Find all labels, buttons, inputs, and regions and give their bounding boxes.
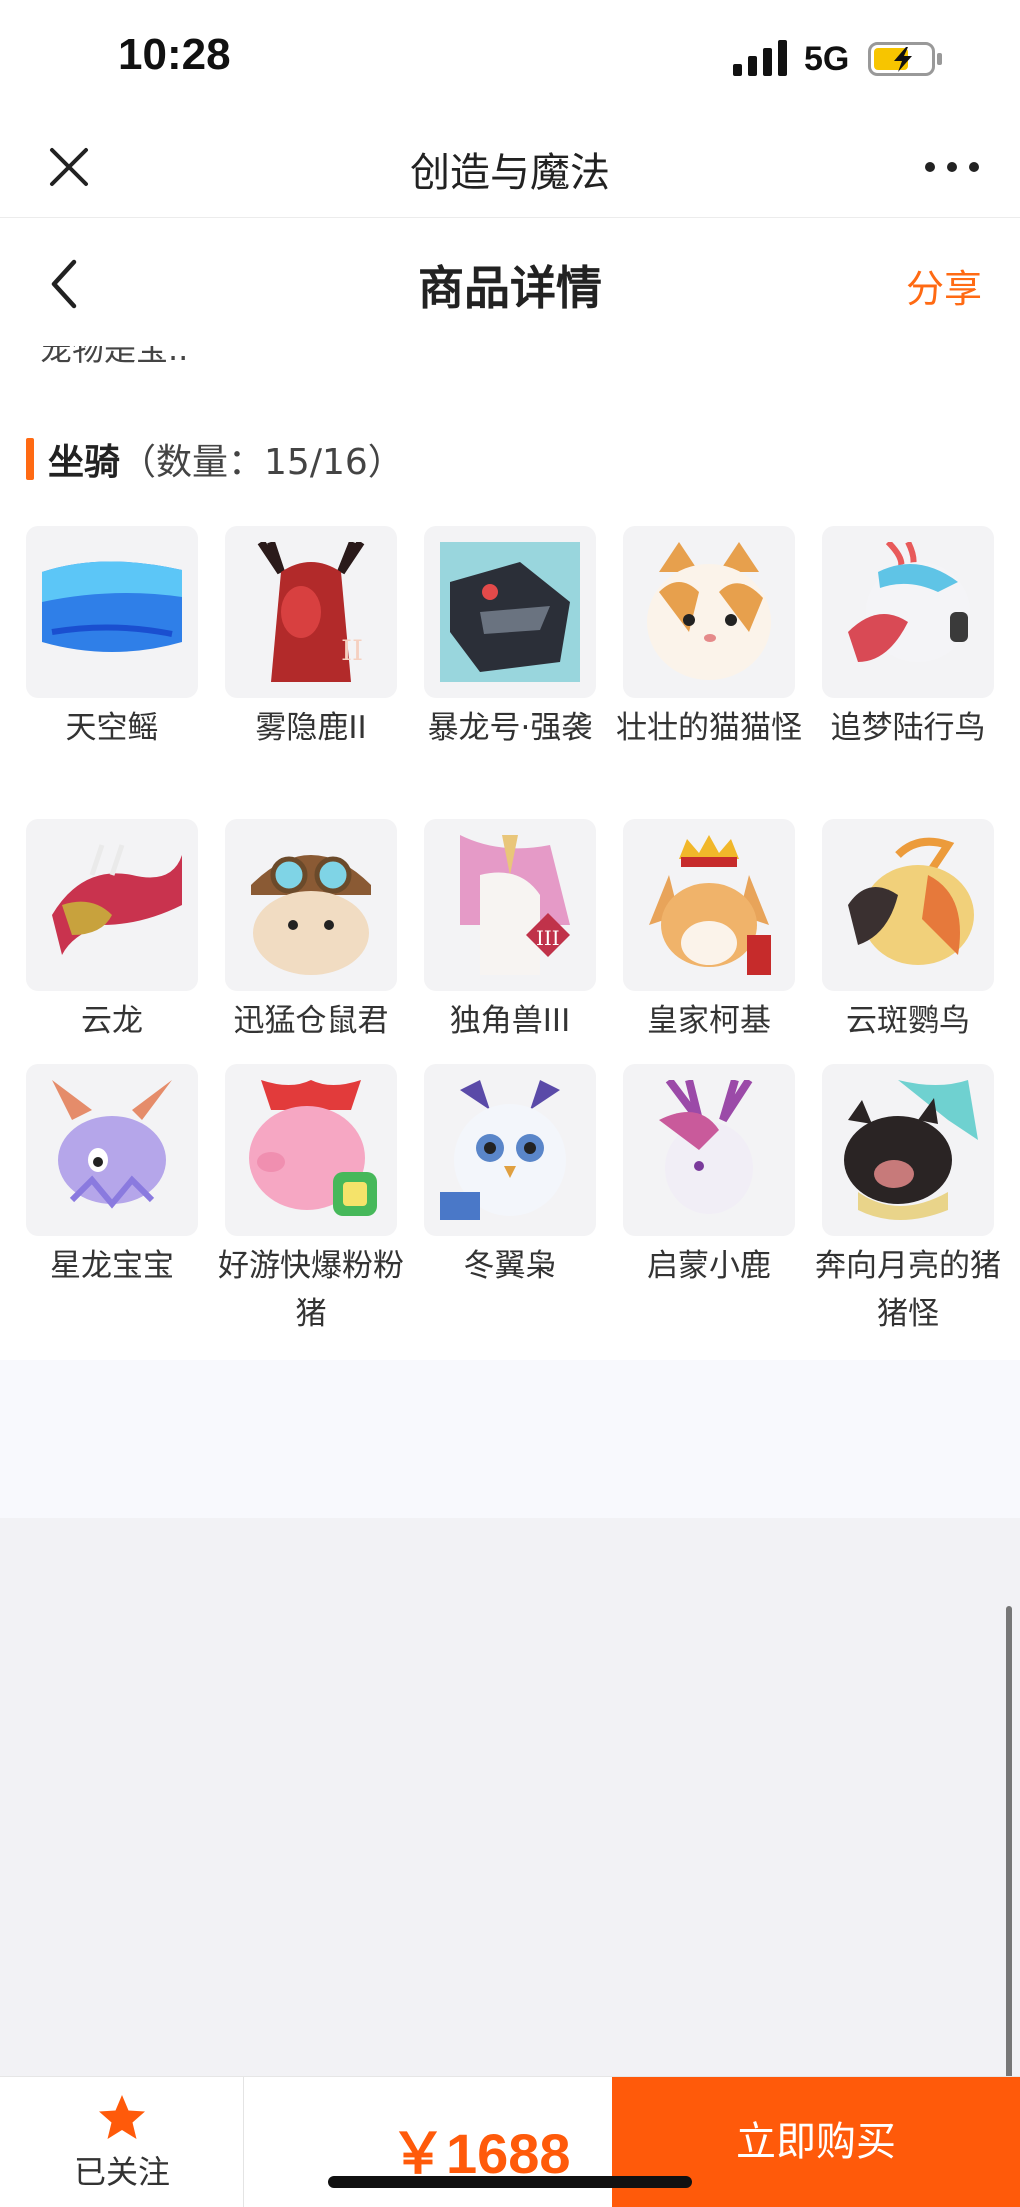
section-count: （数量：15/16） (120, 442, 404, 483)
mount-name: 天空鳐 (65, 710, 159, 746)
mount-item[interactable]: 皇家柯基 (623, 819, 795, 1045)
star-icon (99, 2095, 145, 2139)
mount-name: 云斑鹦鸟 (846, 1003, 970, 1039)
page: 10:28 5G 创造与魔法 商品详情 分享 宠物是宝.. 坐骑 （数量：15/… (0, 0, 1020, 2207)
home-indicator (328, 2176, 692, 2188)
app-header: 创造与魔法 (0, 120, 1020, 218)
page-nav: 商品详情 分享 (0, 218, 1020, 346)
hamster-image (251, 855, 371, 975)
mount-name: 壮壮的猫猫怪 (616, 710, 802, 746)
mount-name: 冬翼枭 (463, 1248, 557, 1284)
mount-item[interactable]: 壮壮的猫猫怪 (616, 526, 802, 752)
misty-deer-image: II (257, 542, 365, 682)
network-type: 5G (804, 40, 850, 78)
page-title: 商品详情 (418, 261, 602, 315)
app-title: 创造与魔法 (410, 150, 610, 196)
mount-item[interactable]: II 雾隐鹿II (225, 526, 397, 752)
svg-text:II: II (341, 634, 363, 667)
status-time: 10:28 (118, 30, 231, 79)
cutoff-text: 宠物是宝.. (40, 346, 189, 368)
mount-name: 独角兽III (449, 1003, 571, 1039)
share-button[interactable]: 分享 (906, 258, 982, 313)
section-header: 坐骑 （数量：15/16） (26, 436, 404, 483)
mount-name: 皇家柯基 (647, 1003, 771, 1039)
follow-button[interactable]: 已关注 (0, 2077, 244, 2207)
mount-item[interactable]: 天空鳐 (26, 526, 198, 752)
mount-thumbnail: III (424, 819, 596, 991)
mount-item[interactable]: 好游快爆粉粉猪 (218, 1064, 404, 1338)
mecha-trex-image (440, 542, 580, 682)
svg-text:III: III (536, 926, 560, 950)
corgi-image (649, 835, 771, 975)
mount-item[interactable]: 迅猛仓鼠君 (225, 819, 397, 1045)
status-bar: 10:28 5G (0, 0, 1020, 120)
mount-thumbnail (26, 1064, 198, 1236)
section-title: 坐骑 (48, 442, 121, 483)
unicorn-image: III (460, 835, 570, 975)
mount-thumbnail (424, 1064, 596, 1236)
mount-item[interactable]: 奔向月亮的猪猪怪 (815, 1064, 1001, 1338)
mount-name: 雾隐鹿II (255, 710, 367, 746)
mount-thumbnail (822, 526, 994, 698)
mount-name: 追梦陆行鸟 (830, 710, 986, 746)
pink-pig-image (249, 1080, 377, 1216)
cat-monster-image (647, 542, 771, 680)
mount-name: 星龙宝宝 (50, 1248, 174, 1284)
mount-item[interactable]: 云斑鹦鸟 (822, 819, 994, 1045)
mount-thumbnail (225, 819, 397, 991)
signal-icon (733, 40, 787, 76)
mount-item[interactable]: 星龙宝宝 (26, 1064, 198, 1290)
battery-icon (868, 42, 942, 76)
mount-name: 启蒙小鹿 (647, 1248, 771, 1284)
star-dragon-image (52, 1080, 172, 1209)
mount-item[interactable]: 追梦陆行鸟 (822, 526, 994, 752)
mount-thumbnail (26, 526, 198, 698)
mount-item[interactable]: 云龙 (26, 819, 198, 1045)
mount-name: 奔向月亮的猪猪怪 (815, 1248, 1001, 1332)
mount-thumbnail (623, 819, 795, 991)
mount-name: 云龙 (81, 1003, 143, 1039)
mount-item[interactable]: 启蒙小鹿 (623, 1064, 795, 1290)
mount-thumbnail (623, 1064, 795, 1236)
mount-item[interactable]: 冬翼枭 (424, 1064, 596, 1290)
spacer-band (0, 1360, 1020, 1518)
chocobo-image (848, 542, 970, 662)
scrollbar-thumb[interactable] (1006, 1606, 1012, 2086)
mount-thumbnail (424, 526, 596, 698)
mount-name: 迅猛仓鼠君 (233, 1003, 389, 1039)
mount-thumbnail (225, 1064, 397, 1236)
moon-pig-image (844, 1080, 978, 1220)
owl-image (440, 1080, 566, 1220)
mount-thumbnail: II (225, 526, 397, 698)
parrot-image (848, 837, 974, 965)
follow-label: 已关注 (73, 2153, 170, 2191)
mount-thumbnail (822, 1064, 994, 1236)
sky-ray-image (42, 561, 182, 652)
mount-name: 暴龙号·强袭 (427, 710, 593, 746)
mount-thumbnail (26, 819, 198, 991)
cloud-dragon-image (52, 844, 182, 955)
mount-thumbnail (822, 819, 994, 991)
mount-item[interactable]: 暴龙号·强袭 (424, 526, 596, 752)
mount-item[interactable]: III 独角兽III (424, 819, 596, 1045)
section-accent-bar (26, 438, 34, 480)
mount-thumbnail (623, 526, 795, 698)
fawn-image (659, 1080, 753, 1214)
more-icon[interactable] (920, 142, 984, 192)
product-content: 宠物是宝.. 坐骑 （数量：15/16） 天空鳐 II 雾隐鹿II 暴龙号·强袭… (0, 346, 1020, 1360)
mount-name: 好游快爆粉粉猪 (218, 1248, 404, 1332)
